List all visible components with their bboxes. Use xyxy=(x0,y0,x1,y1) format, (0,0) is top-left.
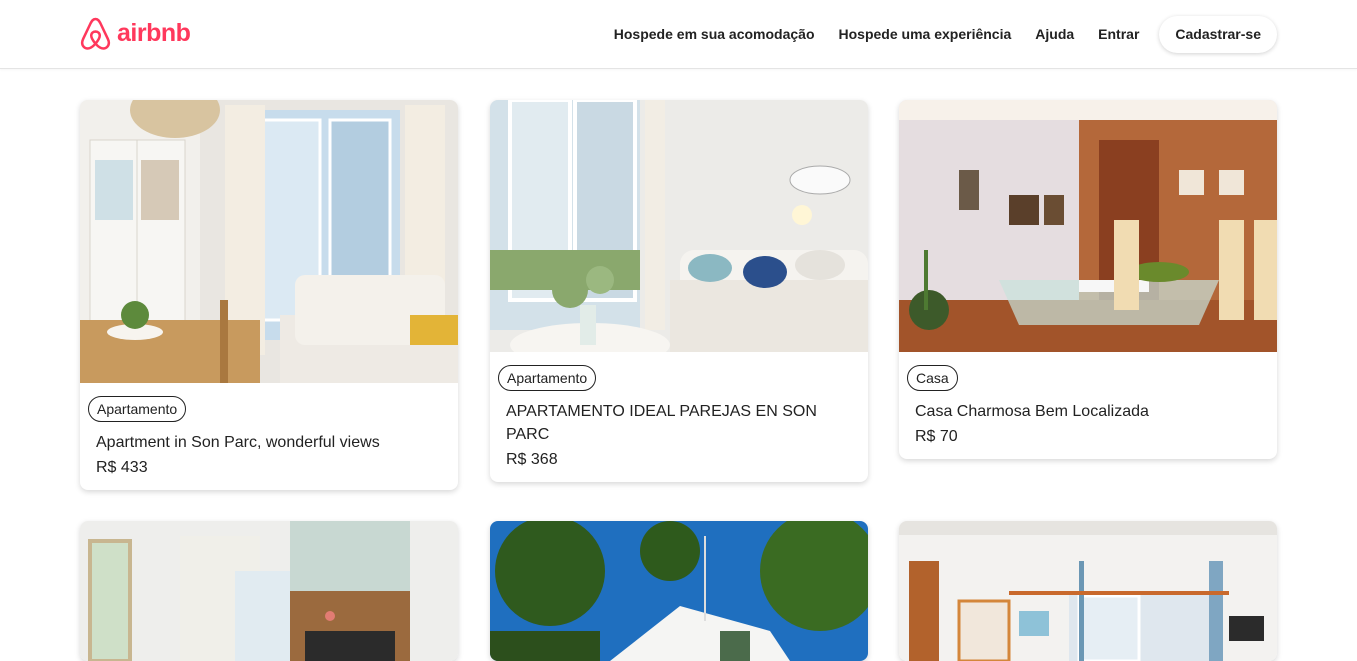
signup-button[interactable]: Cadastrar-se xyxy=(1159,15,1277,53)
listing-photo[interactable] xyxy=(899,521,1277,661)
nav-login-link[interactable]: Entrar xyxy=(1098,26,1139,42)
listing-photo[interactable] xyxy=(899,100,1277,352)
sofa-room-photo xyxy=(490,100,868,352)
brand-wordmark: airbnb xyxy=(117,19,191,47)
listing-card[interactable]: Apartamento APARTAMENTO IDEAL PAREJAS EN… xyxy=(490,100,868,482)
listing-price: R$ 368 xyxy=(506,451,558,468)
listing-photo[interactable] xyxy=(490,100,868,352)
listing-title[interactable]: Apartment in Son Parc, wonderful views xyxy=(96,431,442,454)
garden-house-photo xyxy=(490,521,868,661)
nav-host-home-link[interactable]: Hospede em sua acomodação xyxy=(614,26,815,42)
tv-room-photo xyxy=(80,521,458,661)
listing-photo[interactable] xyxy=(80,521,458,661)
living-room-photo xyxy=(80,100,458,383)
listing-card[interactable]: Apartamento Apartment in Son Parc, wonde… xyxy=(80,100,458,490)
listing-card[interactable] xyxy=(80,521,458,661)
airbnb-logo[interactable]: airbnb xyxy=(80,17,191,50)
nav-host-experience-link[interactable]: Hospede uma experiência xyxy=(839,26,1012,42)
listing-title[interactable]: Casa Charmosa Bem Localizada xyxy=(915,400,1261,423)
listing-type-badge: Casa xyxy=(907,365,958,391)
top-header: airbnb Hospede em sua acomodação Hospede… xyxy=(0,0,1357,69)
main-nav: Hospede em sua acomodação Hospede uma ex… xyxy=(614,15,1277,53)
listing-photo[interactable] xyxy=(80,100,458,383)
airbnb-belo-icon xyxy=(80,17,111,50)
listing-price: R$ 70 xyxy=(915,428,958,445)
nav-help-link[interactable]: Ajuda xyxy=(1035,26,1074,42)
bedroom-photo xyxy=(899,521,1277,661)
dining-room-photo xyxy=(899,100,1277,352)
listing-card[interactable] xyxy=(899,521,1277,661)
listing-type-badge: Apartamento xyxy=(88,396,187,422)
listing-photo[interactable] xyxy=(490,521,868,661)
listing-price: R$ 433 xyxy=(96,459,148,476)
listing-title[interactable]: APARTAMENTO IDEAL PAREJAS EN SON PARC xyxy=(506,400,852,446)
listing-type-badge: Apartamento xyxy=(498,365,597,391)
listing-card[interactable] xyxy=(490,521,868,661)
listing-card[interactable]: Casa Casa Charmosa Bem Localizada R$ 70 xyxy=(899,100,1277,459)
